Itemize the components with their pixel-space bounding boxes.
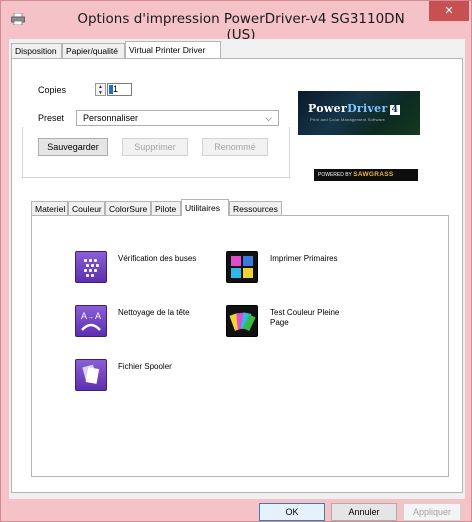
spin-down-icon[interactable]: ▼ <box>96 90 105 96</box>
delete-preset-button[interactable]: Supprimer <box>122 138 188 156</box>
preset-value: Personnaliser <box>83 113 139 123</box>
group-border-right <box>289 127 290 177</box>
tab-virtual-printer-driver[interactable]: Virtual Printer Driver <box>125 41 221 58</box>
color-fan-icon <box>229 312 256 331</box>
ok-button[interactable]: OK <box>259 503 325 521</box>
tab-disposition[interactable]: Disposition <box>11 43 62 58</box>
group-border-left <box>22 127 23 177</box>
dialog-client-area: Disposition Papier/qualité Virtual Print… <box>9 39 465 499</box>
head-cleaning-button[interactable]: A → A <box>75 305 107 337</box>
nozzle-check-label[interactable]: Vérification des buses <box>118 254 196 264</box>
svg-text:A: A <box>95 311 101 321</box>
spooler-file-button[interactable] <box>75 359 107 391</box>
tab-colorsure[interactable]: ColorSure <box>105 201 151 216</box>
tab-pilote[interactable]: Pilote <box>151 201 181 216</box>
tab-paper-quality[interactable]: Papier/qualité <box>62 43 125 58</box>
head-cleaning-icon: A → A <box>81 311 101 331</box>
tab-materiel[interactable]: Materiel <box>31 201 68 216</box>
copies-value: 1 <box>113 84 119 94</box>
title-bar: Options d'impression PowerDriver-v4 SG31… <box>1 1 471 43</box>
cancel-button[interactable]: Annuler <box>331 503 397 521</box>
copies-label: Copies <box>38 85 67 95</box>
nozzle-check-button[interactable] <box>75 251 107 283</box>
color-squares-icon <box>231 256 253 278</box>
utilities-panel: Vérification des buses Imprimer Primaire… <box>31 215 449 477</box>
copies-spinner[interactable]: ▲ ▼ <box>95 83 106 96</box>
spooler-pages-icon <box>82 364 100 384</box>
apply-button[interactable]: Appliquer <box>403 503 461 521</box>
save-preset-button[interactable]: Sauvegarder <box>38 138 108 156</box>
chevron-down-icon: ⌵ <box>265 113 272 123</box>
rename-preset-button[interactable]: Renommé <box>202 138 268 156</box>
copies-input[interactable]: 1 <box>107 83 132 96</box>
group-border-bottom <box>22 177 290 178</box>
full-color-test-button[interactable] <box>226 305 258 337</box>
powerdriver-wordmark: PowerDriver 4 <box>308 102 401 115</box>
spooler-file-label[interactable]: Fichier Spooler <box>118 362 172 372</box>
preset-label: Preset <box>38 113 65 123</box>
powerdriver-logo: PowerDriver 4 Print and Color Management … <box>298 91 420 135</box>
tab-utilitaires[interactable]: Utilitaires <box>181 199 229 216</box>
preset-select[interactable]: Personnaliser ⌵ <box>76 110 279 126</box>
print-primaries-button[interactable] <box>226 251 258 283</box>
svg-text:→: → <box>87 314 94 321</box>
powerdriver-tagline: Print and Color Management Software <box>310 117 386 122</box>
head-cleaning-label[interactable]: Nettoyage de la tête <box>118 308 190 318</box>
printer-icon <box>11 13 25 25</box>
close-button[interactable]: ✕ <box>429 1 469 21</box>
tab-ressources[interactable]: Ressources <box>229 201 282 216</box>
print-primaries-label[interactable]: Imprimer Primaires <box>270 254 338 264</box>
full-color-test-label[interactable]: Test Couleur Pleine Page <box>270 308 360 328</box>
tab-couleur[interactable]: Couleur <box>68 201 105 216</box>
print-options-window: Options d'impression PowerDriver-v4 SG31… <box>0 0 472 522</box>
powered-by-sawgrass-logo: POWERED BY SAWGRASS <box>314 169 418 181</box>
